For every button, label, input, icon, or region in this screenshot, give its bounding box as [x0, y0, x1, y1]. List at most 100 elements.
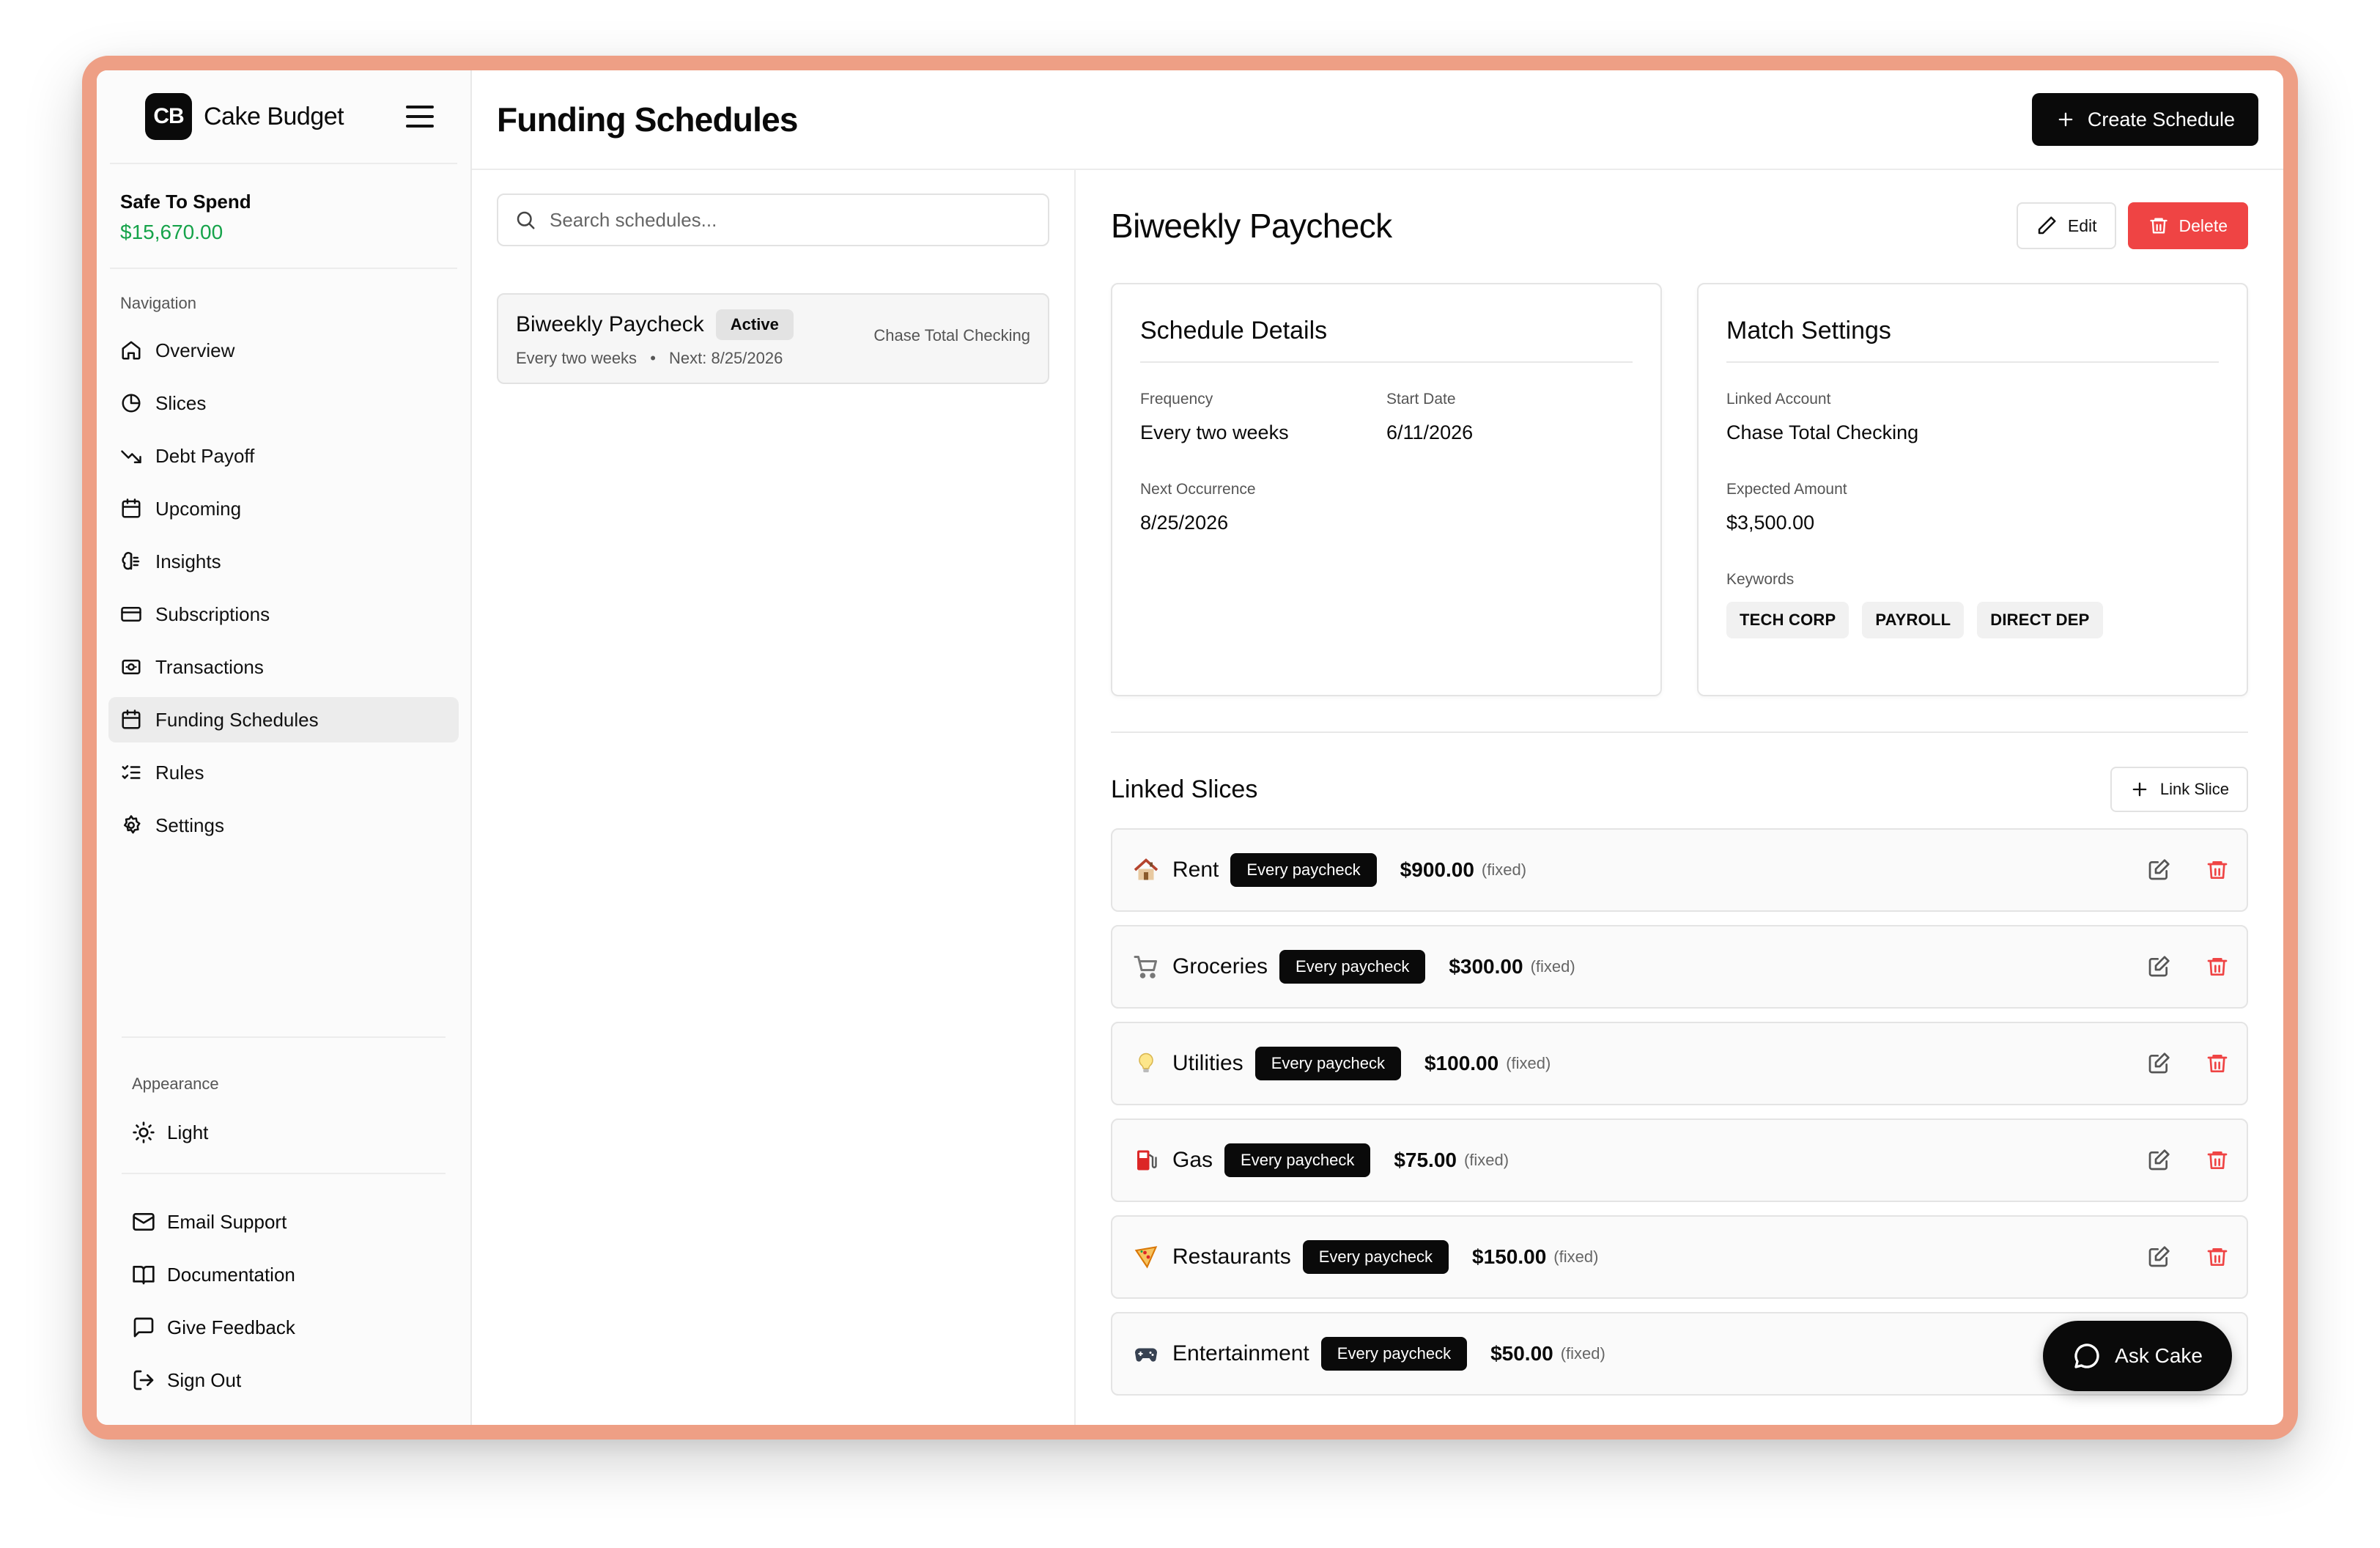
- theme-toggle[interactable]: Light: [119, 1110, 448, 1155]
- separator-dot: •: [650, 349, 656, 367]
- give-feedback-link[interactable]: Give Feedback: [119, 1305, 448, 1350]
- slice-amount: $100.00: [1424, 1052, 1499, 1075]
- search-input[interactable]: [550, 208, 1032, 232]
- linked-slices-list: Rent Every paycheck $900.00 (fixed) Groc…: [1111, 828, 2248, 1396]
- gear-icon: [124, 815, 141, 834]
- fixed-label: (fixed): [1560, 1344, 1605, 1363]
- sidebar-item-transactions[interactable]: Transactions: [108, 644, 459, 690]
- frequency-badge: Every paycheck: [1224, 1143, 1371, 1177]
- pencil-icon: [2038, 216, 2056, 235]
- sun-icon: [133, 1121, 155, 1143]
- slice-name: Entertainment: [1172, 1341, 1309, 1365]
- sign-out-link[interactable]: Sign Out: [119, 1357, 448, 1403]
- fixed-label: (fixed): [1481, 860, 1527, 879]
- app-frame: CB Cake Budget Safe To Spend $15,670.00 …: [82, 56, 2298, 1440]
- field-value: Chase Total Checking: [1726, 421, 1919, 443]
- page-title: Funding Schedules: [497, 100, 798, 139]
- app-logo: CB: [145, 93, 192, 140]
- log-out-icon: [133, 1370, 154, 1390]
- edit-icon[interactable]: [2147, 1245, 2170, 1269]
- sidebar-item-label: Settings: [155, 814, 224, 836]
- pie-chart-icon: [122, 394, 141, 413]
- trash-icon[interactable]: [2206, 858, 2229, 882]
- field-label: Frequency: [1140, 391, 1213, 408]
- ask-cake-button[interactable]: Ask Cake: [2043, 1321, 2232, 1391]
- create-schedule-button[interactable]: Create Schedule: [2031, 93, 2258, 146]
- pizza-icon: [1130, 1241, 1162, 1273]
- schedule-meta: Every two weeks • Next: 8/25/2026: [516, 349, 794, 368]
- delete-button[interactable]: Delete: [2127, 202, 2248, 249]
- next-occurrence-field: Next Occurrence 8/25/2026: [1140, 481, 1386, 534]
- edit-icon[interactable]: [2147, 858, 2170, 882]
- main-area: Funding Schedules Create Schedule Biweek…: [472, 70, 2283, 1425]
- plus-icon: [2132, 782, 2147, 797]
- edit-label: Edit: [2067, 215, 2097, 235]
- link-slice-button[interactable]: Link Slice: [2110, 767, 2248, 812]
- fixed-label: (fixed): [1530, 957, 1575, 976]
- sidebar-item-debt-payoff[interactable]: Debt Payoff: [108, 433, 459, 479]
- slice-actions: [2147, 1149, 2229, 1172]
- schedule-list-item[interactable]: Biweekly Paycheck Active Every two weeks…: [497, 293, 1049, 384]
- documentation-label: Documentation: [167, 1263, 295, 1286]
- match-fields: Linked Account Chase Total Checking Expe…: [1726, 391, 2219, 638]
- list-item: Restaurants Every paycheck $150.00 (fixe…: [1111, 1215, 2248, 1299]
- sidebar-item-label: Debt Payoff: [155, 444, 255, 467]
- edit-icon[interactable]: [2147, 1052, 2170, 1075]
- trash-icon[interactable]: [2206, 955, 2229, 978]
- start-date-field: Start Date 6/11/2026: [1386, 391, 1633, 444]
- app-name: Cake Budget: [204, 102, 344, 130]
- edit-button[interactable]: Edit: [2016, 202, 2116, 249]
- schedule-list-item-main: Biweekly Paycheck Active Every two weeks…: [516, 309, 794, 368]
- trash-icon[interactable]: [2206, 1052, 2229, 1075]
- safe-to-spend: Safe To Spend $15,670.00: [110, 164, 457, 269]
- sidebar-item-subscriptions[interactable]: Subscriptions: [108, 591, 459, 637]
- detail-cards: Schedule Details Frequency Every two wee…: [1111, 283, 2248, 696]
- mail-icon: [133, 1213, 155, 1231]
- trash-icon[interactable]: [2206, 1245, 2229, 1269]
- edit-icon[interactable]: [2147, 1149, 2170, 1172]
- sidebar-item-label: Subscriptions: [155, 602, 270, 625]
- sidebar-item-label: Rules: [155, 761, 204, 784]
- field-value: Every two weeks: [1140, 421, 1289, 443]
- house-icon: [1130, 854, 1162, 886]
- field-value: 6/11/2026: [1386, 421, 1474, 443]
- detail-actions: Edit Delete: [2016, 202, 2248, 249]
- schedule-frequency: Every two weeks: [516, 349, 638, 367]
- trash-icon: [2149, 218, 2168, 234]
- trash-icon[interactable]: [2206, 1149, 2229, 1172]
- divider: [1111, 731, 2248, 733]
- documentation-link[interactable]: Documentation: [119, 1252, 448, 1297]
- sidebar-item-slices[interactable]: Slices: [108, 380, 459, 426]
- keyword-chip: DIRECT DEP: [1977, 602, 2103, 638]
- message-square-icon: [133, 1317, 154, 1338]
- field-label: Start Date: [1386, 391, 1456, 408]
- sidebar-item-label: Slices: [155, 391, 207, 414]
- divider: [122, 1173, 446, 1174]
- sidebar-item-upcoming[interactable]: Upcoming: [108, 486, 459, 531]
- menu-toggle-icon[interactable]: [406, 106, 434, 128]
- brain-icon: [122, 552, 140, 570]
- brand: CB Cake Budget: [110, 70, 457, 164]
- email-support-link[interactable]: Email Support: [119, 1199, 448, 1245]
- app-window: CB Cake Budget Safe To Spend $15,670.00 …: [97, 70, 2283, 1425]
- safe-to-spend-label: Safe To Spend: [120, 191, 251, 213]
- ask-cake-label: Ask Cake: [2115, 1344, 2203, 1367]
- sidebar-item-settings[interactable]: Settings: [108, 803, 459, 848]
- sidebar-item-overview[interactable]: Overview: [108, 328, 459, 373]
- slice-amount: $50.00: [1490, 1342, 1553, 1365]
- keyword-chip: TECH CORP: [1726, 602, 1849, 638]
- sidebar-item-insights[interactable]: Insights: [108, 539, 459, 584]
- search-box: [497, 194, 1049, 246]
- expected-amount-field: Expected Amount $3,500.00: [1726, 481, 2219, 534]
- field-label: Next Occurrence: [1140, 481, 1256, 498]
- slice-actions: [2147, 1052, 2229, 1075]
- slice-amount: $75.00: [1394, 1149, 1457, 1171]
- safe-to-spend-value: $15,670.00: [120, 221, 223, 243]
- schedule-next: Next: 8/25/2026: [669, 349, 783, 367]
- sidebar-item-rules[interactable]: Rules: [108, 750, 459, 795]
- slice-amount: $300.00: [1449, 955, 1523, 978]
- edit-icon[interactable]: [2147, 955, 2170, 978]
- sidebar-item-funding-schedules[interactable]: Funding Schedules: [108, 697, 459, 742]
- match-settings-card: Match Settings Linked Account Chase Tota…: [1697, 283, 2248, 696]
- trending-down-icon: [121, 450, 141, 463]
